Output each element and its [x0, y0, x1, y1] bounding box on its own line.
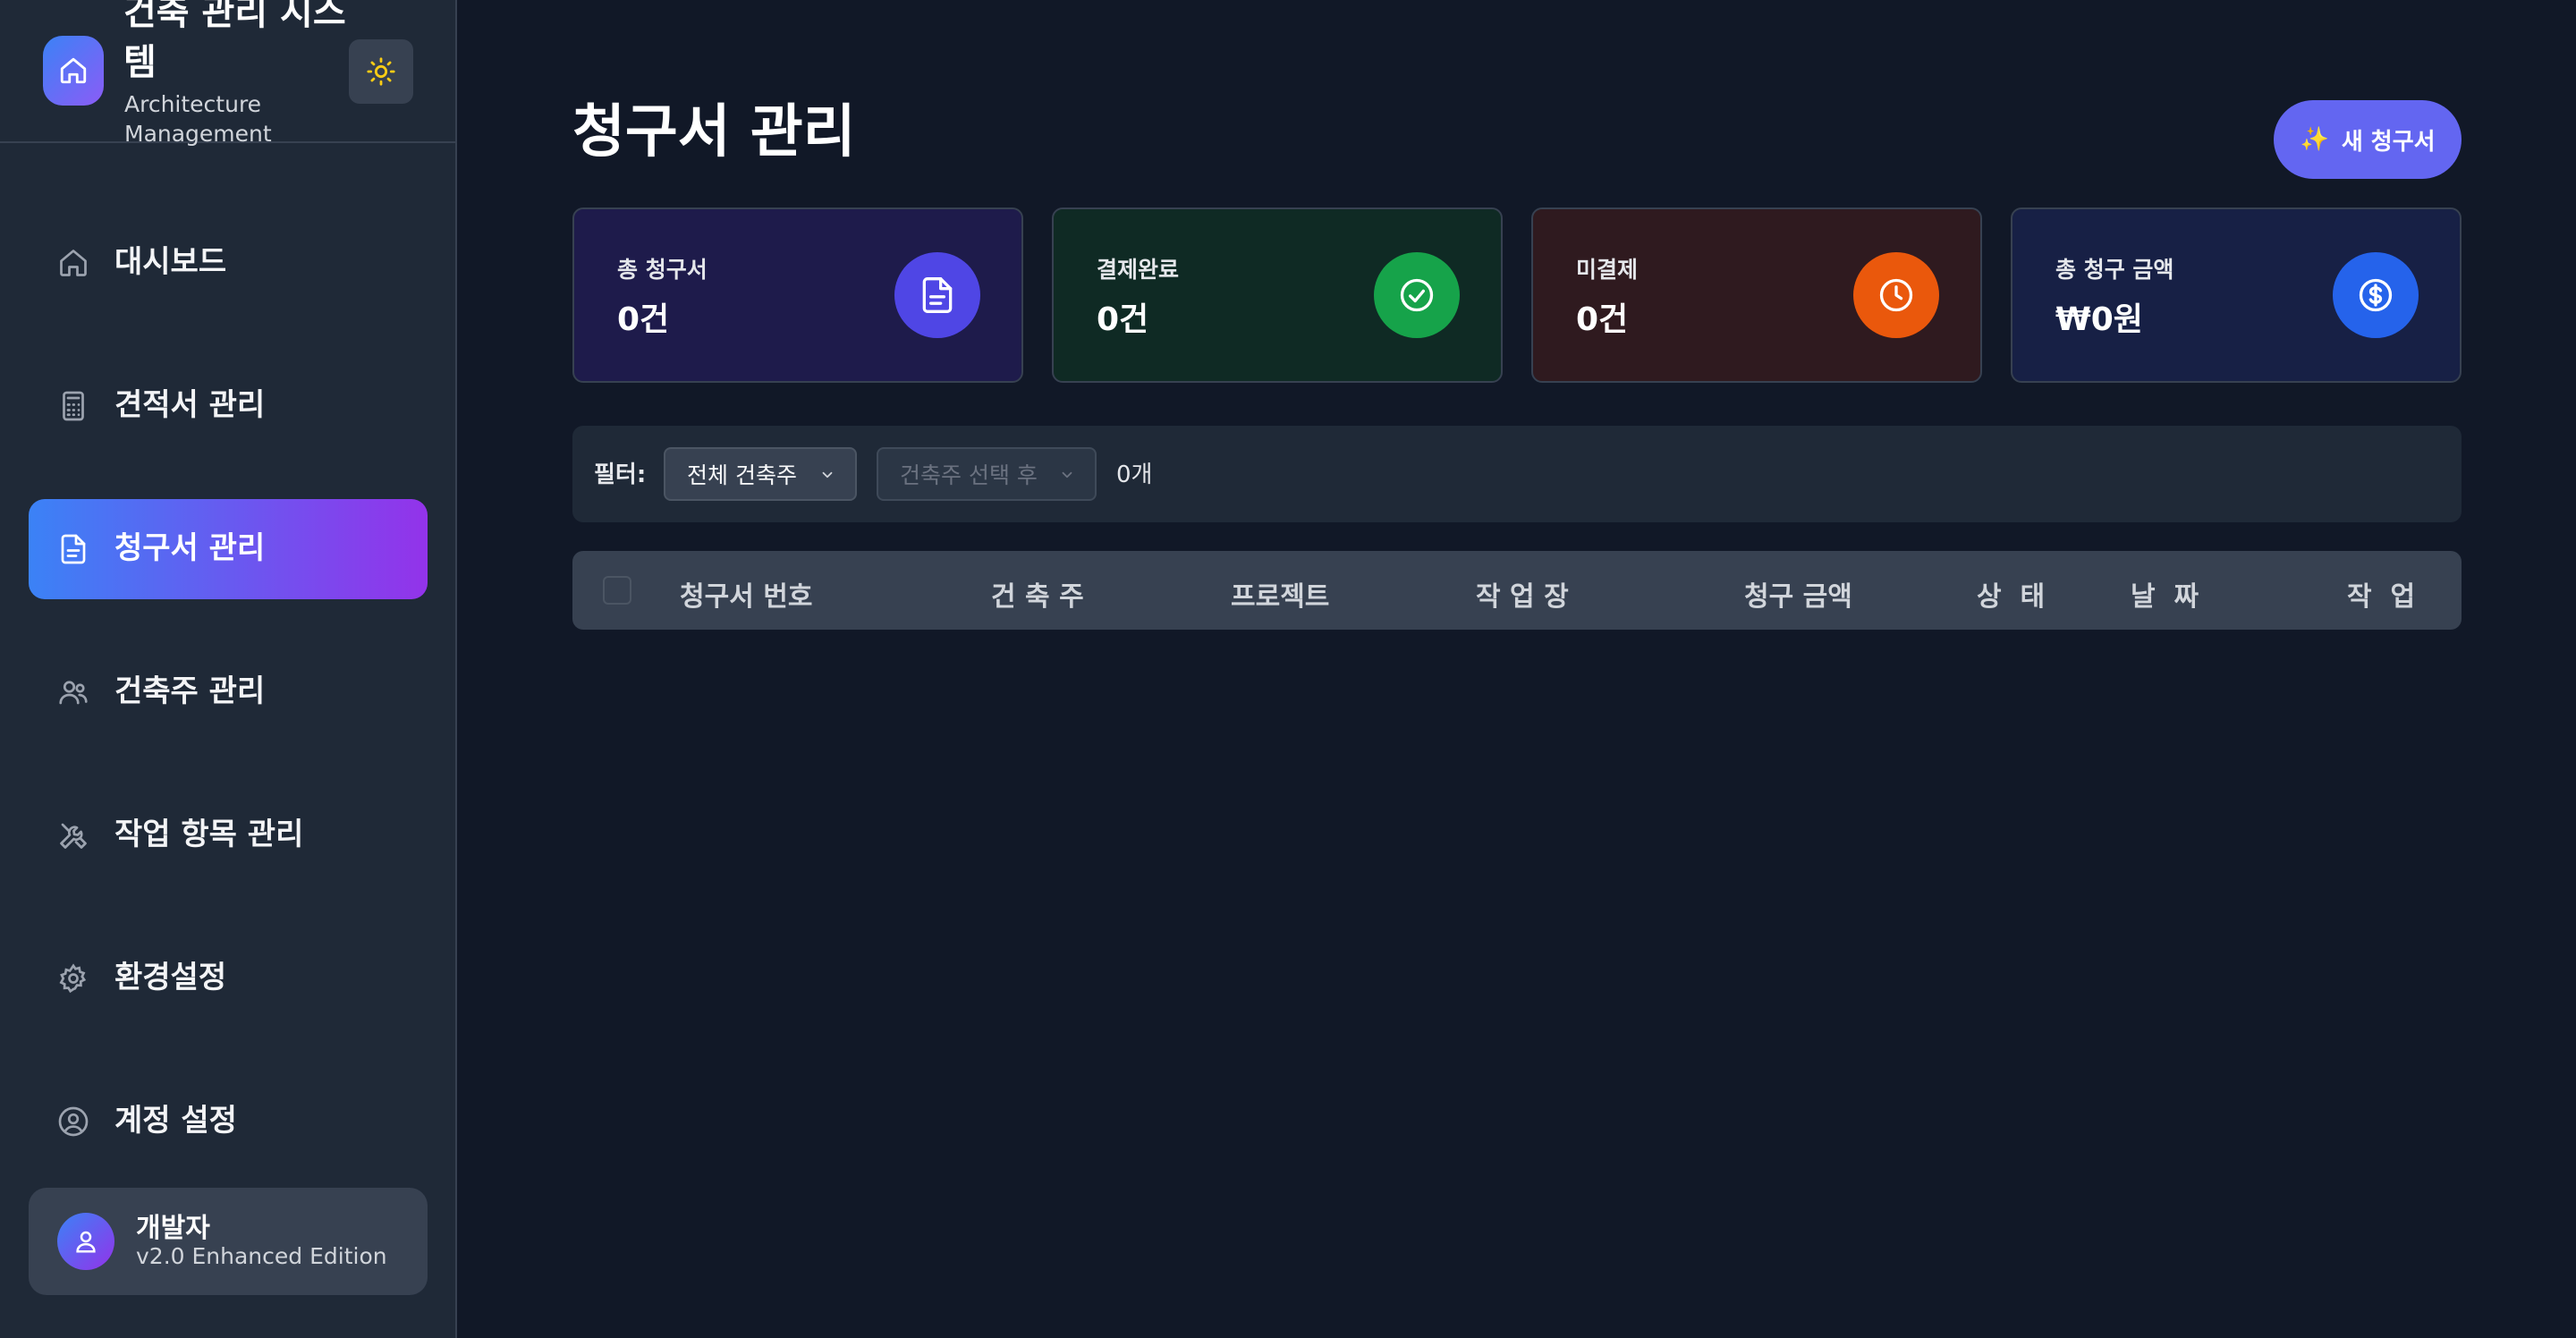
home-icon: [60, 57, 87, 84]
stat-value: ₩0원: [2055, 301, 2143, 338]
stat-label: 결제완료: [1097, 257, 1180, 283]
column-header-amount[interactable]: 청구 금액: [1744, 574, 1852, 614]
sidebar-item-label: 대시보드: [114, 244, 227, 280]
client-filter-select[interactable]: 전체 건축주: [664, 447, 857, 501]
select-all-checkbox[interactable]: [603, 576, 631, 605]
clock-icon: [1853, 252, 1939, 338]
users-icon: [57, 676, 89, 708]
sidebar-item-label: 청구서 관리: [114, 530, 266, 566]
user-name: 개발자: [136, 1213, 210, 1244]
stat-card-unpaid: 미결제 0건: [1531, 207, 1982, 383]
home-icon: [57, 247, 89, 279]
user-circle-icon: [57, 1105, 89, 1138]
theme-toggle-button[interactable]: [349, 39, 413, 104]
app-logo[interactable]: [43, 36, 104, 106]
stat-value: 0건: [1097, 301, 1149, 338]
stat-card-paid: 결제완료 0건: [1052, 207, 1503, 383]
project-filter-placeholder: 건축주 선택 후: [900, 462, 1038, 488]
document-icon: [57, 533, 89, 565]
new-invoice-button[interactable]: ✨ 새 청구서: [2274, 100, 2462, 179]
page-title: 청구서 관리: [572, 99, 856, 165]
stat-value: 0건: [1576, 301, 1629, 338]
sun-icon: [367, 57, 395, 86]
gear-icon: [57, 962, 89, 995]
sidebar-item-settings[interactable]: 환경설정: [29, 928, 428, 1029]
filter-label: 필터:: [594, 462, 647, 488]
dollar-circle-icon: [2333, 252, 2419, 338]
new-invoice-label: 새 청구서: [2341, 128, 2436, 156]
column-header-actions[interactable]: 작 업: [2347, 574, 2415, 614]
sparkles-icon: ✨: [2300, 126, 2329, 153]
sidebar-item-label: 환경설정: [114, 960, 227, 995]
calculator-icon: [57, 390, 89, 422]
stat-label: 총 청구서: [617, 257, 708, 283]
sidebar-item-estimates[interactable]: 견적서 관리: [29, 356, 428, 456]
app-subtitle: Architecture Management: [124, 91, 272, 147]
column-header-worksite[interactable]: 작 업 장: [1476, 574, 1569, 614]
sidebar: 건축 관리 시스템 Architecture Management 대시보드 견…: [0, 0, 457, 1338]
check-circle-icon: [1374, 252, 1460, 338]
sidebar-item-label: 작업 항목 관리: [114, 817, 304, 852]
sidebar-item-label: 건축주 관리: [114, 673, 266, 709]
sidebar-item-label: 계정 설정: [114, 1103, 237, 1139]
sidebar-item-invoices[interactable]: 청구서 관리: [29, 499, 428, 599]
column-header-client[interactable]: 건 축 주: [991, 574, 1084, 614]
stat-card-total: 총 청구서 0건: [572, 207, 1023, 383]
column-header-status[interactable]: 상 태: [1977, 574, 2045, 614]
user-profile-card[interactable]: 개발자 v2.0 Enhanced Edition: [29, 1188, 428, 1295]
tools-icon: [57, 819, 89, 851]
column-header-invoice-number[interactable]: 청구서 번호: [680, 574, 812, 614]
sidebar-header: 건축 관리 시스템 Architecture Management: [0, 0, 455, 147]
project-filter-select[interactable]: 건축주 선택 후: [877, 447, 1097, 501]
column-header-project[interactable]: 프로젝트: [1231, 574, 1329, 614]
sidebar-item-work-items[interactable]: 작업 항목 관리: [29, 785, 428, 885]
stat-label: 미결제: [1576, 257, 1639, 283]
chevron-down-icon: [822, 471, 833, 478]
sidebar-item-clients[interactable]: 건축주 관리: [29, 642, 428, 742]
user-edition: v2.0 Enhanced Edition: [136, 1243, 387, 1269]
document-icon: [894, 252, 980, 338]
stat-value: 0건: [617, 301, 670, 338]
app-title: 건축 관리 시스템: [123, 0, 346, 83]
filter-bar: 필터: 전체 건축주 건축주 선택 후 0개: [572, 426, 2462, 522]
avatar: [57, 1213, 114, 1270]
chevron-down-icon: [1062, 471, 1072, 478]
stat-label: 총 청구 금액: [2055, 257, 2174, 283]
sidebar-item-account[interactable]: 계정 설정: [29, 1071, 428, 1172]
client-filter-value: 전체 건축주: [687, 462, 797, 488]
sidebar-item-label: 견적서 관리: [114, 387, 266, 423]
column-header-date[interactable]: 날 짜: [2131, 574, 2199, 614]
user-icon: [76, 1231, 96, 1253]
sidebar-item-dashboard[interactable]: 대시보드: [29, 213, 428, 313]
result-count: 0개: [1116, 462, 1153, 488]
invoice-table-header: 청구서 번호 건 축 주 프로젝트 작 업 장 청구 금액 상 태 날 짜 작 …: [572, 551, 2462, 630]
stat-card-amount: 총 청구 금액 ₩0원: [2011, 207, 2462, 383]
